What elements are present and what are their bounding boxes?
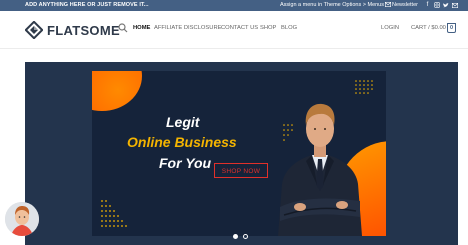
- hero-headline-line1: Legit: [166, 114, 200, 130]
- chat-avatar[interactable]: [5, 202, 39, 236]
- logo-mark-icon: [25, 21, 43, 39]
- logo-text: FLATSOME: [47, 23, 120, 38]
- orange-blob-top-left: [92, 71, 142, 111]
- slider-dot-2[interactable]: [243, 234, 248, 239]
- login-link[interactable]: LOGIN: [381, 25, 399, 31]
- cart-count-badge[interactable]: 0: [447, 23, 456, 33]
- site-logo[interactable]: FLATSOME: [25, 20, 120, 40]
- cart-link[interactable]: CART / $0.00: [411, 25, 446, 31]
- facebook-icon[interactable]: f: [424, 1, 431, 9]
- twitter-icon[interactable]: [442, 1, 449, 9]
- nav-affiliate-disclosure[interactable]: AFFILIATE DISCLOSURE: [154, 25, 222, 31]
- instagram-icon[interactable]: [433, 1, 440, 9]
- newsletter-link[interactable]: Newsletter: [385, 2, 418, 8]
- nav-shop[interactable]: SHOP: [260, 25, 276, 31]
- hero-headline-line3: For You: [159, 155, 212, 171]
- dot-pattern-bottom-left: [101, 200, 127, 227]
- hero-banner-image[interactable]: Legit Online Business For You SHOP NOW: [92, 71, 386, 236]
- search-icon[interactable]: [118, 23, 128, 33]
- email-icon[interactable]: [451, 1, 458, 9]
- nav-home[interactable]: HOME: [133, 25, 150, 31]
- top-bar-message: ADD ANYTHING HERE OR JUST REMOVE IT...: [25, 2, 149, 8]
- nav-blog[interactable]: BLOG: [281, 25, 297, 31]
- slider-dot-1[interactable]: [233, 234, 238, 239]
- top-bar: ADD ANYTHING HERE OR JUST REMOVE IT... A…: [0, 0, 468, 11]
- menu-hint-link[interactable]: Assign a menu in Theme Options > Menus: [280, 2, 384, 8]
- nav-contact-us[interactable]: CONTACT US: [221, 25, 258, 31]
- envelope-icon: [385, 2, 392, 8]
- businessman-photo: [278, 103, 362, 236]
- hero-headline-line2: Online Business: [127, 134, 237, 150]
- site-header: FLATSOME HOME AFFILIATE DISCLOSURE CONTA…: [0, 11, 468, 49]
- newsletter-label: Newsletter: [392, 2, 418, 8]
- shop-now-button[interactable]: SHOP NOW: [214, 163, 268, 178]
